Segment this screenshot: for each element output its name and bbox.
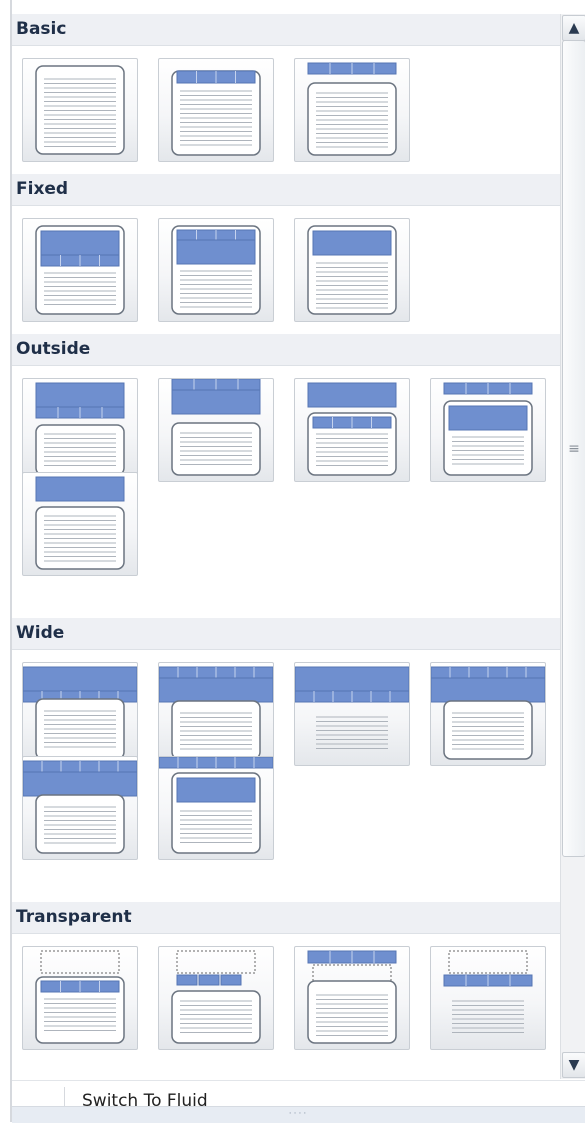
layout-option-transparent-1[interactable] — [22, 946, 138, 1050]
layout-option-transparent-2[interactable] — [158, 946, 274, 1050]
layout-option-fixed-3[interactable] — [294, 218, 410, 322]
layout-preview-icon — [35, 65, 125, 155]
layout-preview-icon — [35, 225, 125, 315]
layout-preview-icon — [171, 70, 261, 156]
layout-preview-icon — [307, 225, 397, 315]
category-header-basic: Basic — [12, 14, 560, 46]
grip-icon: ≡ — [568, 440, 580, 457]
resize-grip[interactable]: ···· — [12, 1106, 585, 1123]
scroll-up-button[interactable]: ▲ — [562, 15, 585, 41]
layout-preview-icon — [295, 666, 409, 749]
scroll-thumb[interactable]: ≡ — [562, 40, 585, 857]
layout-preview-icon — [159, 666, 273, 760]
layout-preview-icon — [35, 382, 125, 476]
category-header-fixed: Fixed — [12, 174, 560, 206]
layout-option-transparent-3[interactable] — [294, 946, 410, 1050]
layout-option-transparent-4[interactable] — [430, 946, 546, 1050]
category-header-transparent: Transparent — [12, 902, 560, 934]
layout-option-wide-4[interactable] — [430, 662, 546, 766]
layout-option-fixed-1[interactable] — [22, 218, 138, 322]
layout-preview-icon — [307, 62, 397, 156]
layout-preview-icon — [171, 225, 261, 315]
layout-option-outside-1[interactable] — [22, 378, 138, 482]
layout-option-fixed-2[interactable] — [158, 218, 274, 322]
vertical-scrollbar[interactable]: ▲ ≡ ▼ — [560, 14, 585, 1079]
layout-option-outside-4[interactable] — [430, 378, 546, 482]
layout-gallery-panel: Basic Fixed Outside Wide Transparent ▲ ≡… — [0, 0, 585, 1123]
layout-preview-icon — [307, 950, 397, 1044]
scroll-down-button[interactable]: ▼ — [562, 1052, 585, 1078]
layout-preview-icon — [431, 666, 545, 760]
layout-option-wide-6[interactable] — [158, 756, 274, 860]
layout-preview-icon — [23, 760, 137, 854]
category-header-outside: Outside — [12, 334, 560, 366]
layout-option-wide-5[interactable] — [22, 756, 138, 860]
layout-option-wide-1[interactable] — [22, 662, 138, 766]
layout-option-outside-5[interactable] — [22, 472, 138, 576]
layout-option-basic-3[interactable] — [294, 58, 410, 162]
layout-gallery: Basic Fixed Outside Wide Transparent — [12, 14, 560, 1077]
layout-option-basic-2[interactable] — [158, 58, 274, 162]
layout-option-basic-1[interactable] — [22, 58, 138, 162]
layout-preview-icon — [171, 379, 261, 476]
layout-option-outside-2[interactable] — [158, 378, 274, 482]
layout-preview-icon — [171, 950, 261, 1044]
layout-preview-icon — [307, 382, 397, 476]
layout-preview-icon — [35, 950, 125, 1044]
category-header-wide: Wide — [12, 618, 560, 650]
layout-preview-icon — [23, 666, 137, 760]
layout-preview-icon — [35, 476, 125, 570]
layout-option-wide-2[interactable] — [158, 662, 274, 766]
layout-preview-icon — [443, 382, 533, 476]
layout-preview-icon — [159, 757, 273, 854]
layout-option-wide-3[interactable] — [294, 662, 410, 766]
layout-option-outside-3[interactable] — [294, 378, 410, 482]
layout-preview-icon — [443, 950, 533, 1033]
